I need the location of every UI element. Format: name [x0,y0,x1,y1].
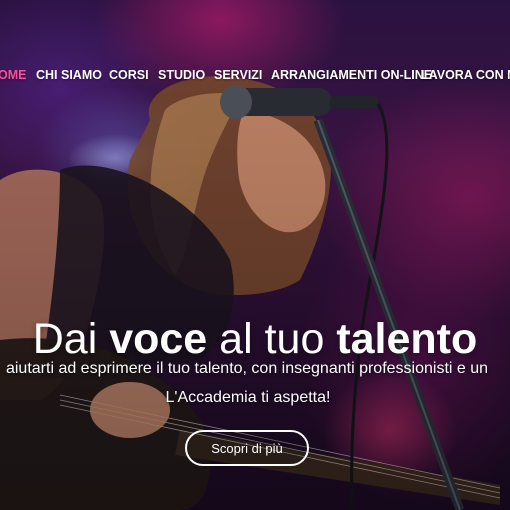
hero-title-part1: Dai [32,314,110,363]
hero-title: Dai voce al tuo talento [0,311,510,367]
nav-item-arrangiamenti-online[interactable]: ARRANGIAMENTI ON-LINE [271,68,432,82]
nav-item-studio[interactable]: STUDIO [158,68,205,82]
nav-item-home[interactable]: HOME [0,68,27,82]
hero-title-part3: al tuo [207,314,337,363]
nav-item-corsi[interactable]: CORSI [109,68,149,82]
nav-item-chi-siamo[interactable]: CHI SIAMO [36,68,102,82]
nav-item-lavora-con-noi[interactable]: LAVORA CON NOI [421,68,510,82]
hero-subtitle-line1: aiutarti ad esprimere il tuo talento, co… [5,360,489,377]
main-navigation: HOME CHI SIAMO CORSI STUDIO SERVIZI ARRA… [0,0,510,82]
discover-more-button[interactable]: Scopri di più [185,430,309,466]
nav-item-servizi[interactable]: SERVIZI [214,68,262,82]
hero-subtitle-line2: L'Accademia ti aspetta! [165,389,331,406]
hero-title-part4: talento [336,314,478,363]
hero-title-part2: voce [109,314,208,363]
